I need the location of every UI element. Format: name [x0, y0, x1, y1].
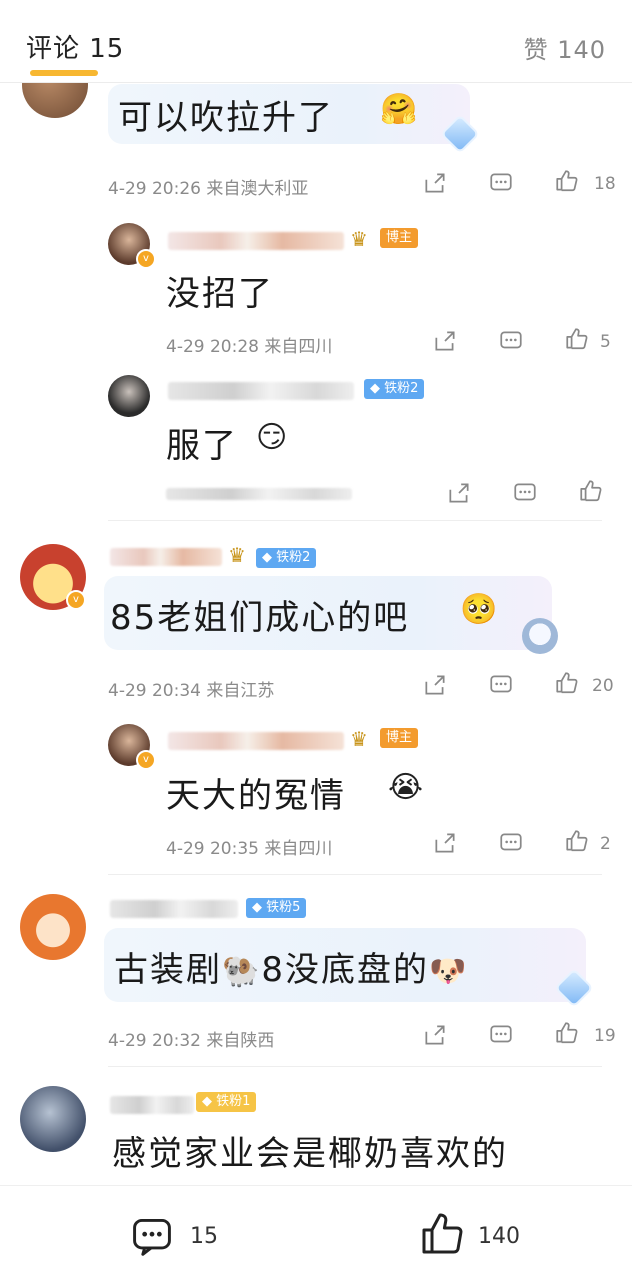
crown-icon: ♛: [228, 543, 246, 567]
reply-icon[interactable]: [512, 480, 538, 506]
comment-divider: [108, 520, 602, 521]
comment-time: 4-29 20:28: [166, 337, 259, 357]
comment-divider: [108, 874, 602, 875]
reply-icon[interactable]: [488, 1022, 514, 1048]
username: [168, 382, 354, 400]
username: [110, 548, 222, 566]
verified-badge-icon: v: [136, 249, 156, 269]
comment-location: 来自四川: [264, 839, 333, 859]
fan-level-text: 铁粉5: [266, 900, 301, 915]
share-icon[interactable]: [422, 170, 448, 196]
like-icon: [422, 1213, 463, 1254]
comment-button[interactable]: 15: [130, 1214, 306, 1258]
comment-text: 天大的冤情: [166, 776, 346, 816]
crown-icon: ♛: [350, 227, 368, 251]
username: [110, 1096, 194, 1114]
comment-divider: [108, 1066, 602, 1067]
like-count: 20: [592, 676, 614, 696]
like-count: 18: [594, 174, 616, 194]
fan-level-text: 铁粉2: [384, 381, 419, 396]
fan-level-text: 铁粉2: [276, 550, 311, 565]
bottom-action-bar: 15 140: [0, 1185, 632, 1281]
fan-level-tag: ◆ 铁粉1: [196, 1092, 257, 1112]
comment-text: 没招了: [166, 274, 274, 314]
comment-text-part: 古装剧: [114, 950, 222, 990]
comment-meta: 4-29 20:34 来自江苏: [108, 676, 274, 701]
avatar[interactable]: [20, 1086, 86, 1152]
share-icon[interactable]: [422, 672, 448, 698]
comment-location: 来自澳大利亚: [206, 179, 309, 199]
tab-likes[interactable]: 赞 140: [524, 30, 606, 65]
avatar[interactable]: [22, 82, 88, 118]
verified-badge-icon: v: [66, 590, 86, 610]
like-icon[interactable]: [564, 326, 590, 352]
fan-level-tag: ◆ 铁粉5: [246, 898, 307, 918]
sticker-avatar-icon: [522, 618, 558, 654]
comment-time: 4-29 20:32: [108, 1031, 201, 1051]
reply-icon[interactable]: [488, 170, 514, 196]
like-button[interactable]: 140: [418, 1210, 538, 1258]
comment-meta: 4-29 20:26 来自澳大利亚: [108, 174, 308, 199]
comment-meta: 4-29 20:28 来自四川: [166, 332, 332, 357]
comment-text: 服了: [166, 426, 238, 466]
comment-location: 来自江苏: [206, 681, 275, 701]
crying-emoji-icon: 😭: [388, 770, 424, 805]
share-icon[interactable]: [446, 480, 472, 506]
like-count: 2: [600, 834, 611, 854]
comment-text: 可以吹拉升了: [118, 98, 334, 138]
comment-text: 85老姐们成心的吧: [110, 598, 410, 638]
like-count: 140: [478, 1224, 520, 1249]
like-icon[interactable]: [554, 1020, 580, 1046]
share-icon[interactable]: [422, 1022, 448, 1048]
comment-icon: [133, 1218, 171, 1256]
reply-icon[interactable]: [488, 672, 514, 698]
like-icon[interactable]: [564, 828, 590, 854]
comment-text: 感觉家业会是椰奶喜欢的: [112, 1134, 508, 1174]
comment-time: 4-29 20:34: [108, 681, 201, 701]
comment-text: 古装剧🐏8没底盘的🐶: [114, 942, 468, 991]
sheep-emoji-icon: 🐏: [222, 954, 262, 989]
blogger-tag: 博主: [380, 728, 419, 748]
username: [168, 732, 344, 750]
comment-location: 来自陕西: [206, 1031, 275, 1051]
comments-header: 评论 15 赞 140: [0, 0, 632, 83]
verified-badge-icon: v: [136, 750, 156, 770]
like-count: 5: [600, 332, 611, 352]
comment-meta: 4-29 20:35 来自四川: [166, 834, 332, 859]
comment-count: 15: [190, 1224, 218, 1249]
like-icon[interactable]: [554, 168, 580, 194]
comment-time: 4-29 20:35: [166, 839, 259, 859]
like-icon[interactable]: [554, 670, 580, 696]
pleading-emoji-icon: 🥺: [460, 592, 498, 627]
tab-comments[interactable]: 评论 15: [26, 28, 124, 65]
blogger-tag: 博主: [380, 228, 419, 248]
like-icon[interactable]: [578, 478, 604, 504]
fan-level-tag: ◆ 铁粉2: [364, 379, 425, 399]
dog-emoji-icon: 🐶: [429, 954, 469, 989]
fan-level-text: 铁粉1: [216, 1094, 251, 1109]
share-icon[interactable]: [432, 830, 458, 856]
comment-text-part: 8没底盘的: [261, 950, 429, 990]
comment-location: 来自四川: [264, 337, 333, 357]
share-icon[interactable]: [432, 328, 458, 354]
comment-time: 4-29 20:26: [108, 179, 201, 199]
username: [168, 232, 344, 250]
smirk-emoji-icon: 😏: [256, 420, 288, 455]
active-tab-indicator: [30, 70, 98, 76]
hug-emoji-icon: 🤗: [380, 92, 418, 127]
comment-feed[interactable]: 可以吹拉升了 🤗 4-29 20:26 来自澳大利亚 18 v ♛ 博主 没招了…: [0, 82, 632, 1185]
reply-icon[interactable]: [498, 830, 524, 856]
redacted-meta: [166, 488, 352, 500]
crown-icon: ♛: [350, 727, 368, 751]
username: [110, 900, 238, 918]
avatar[interactable]: [20, 894, 86, 960]
fan-level-tag: ◆ 铁粉2: [256, 548, 317, 568]
reply-icon[interactable]: [498, 328, 524, 354]
avatar[interactable]: [108, 375, 150, 417]
like-count: 19: [594, 1026, 616, 1046]
comment-meta: 4-29 20:32 来自陕西: [108, 1026, 274, 1051]
